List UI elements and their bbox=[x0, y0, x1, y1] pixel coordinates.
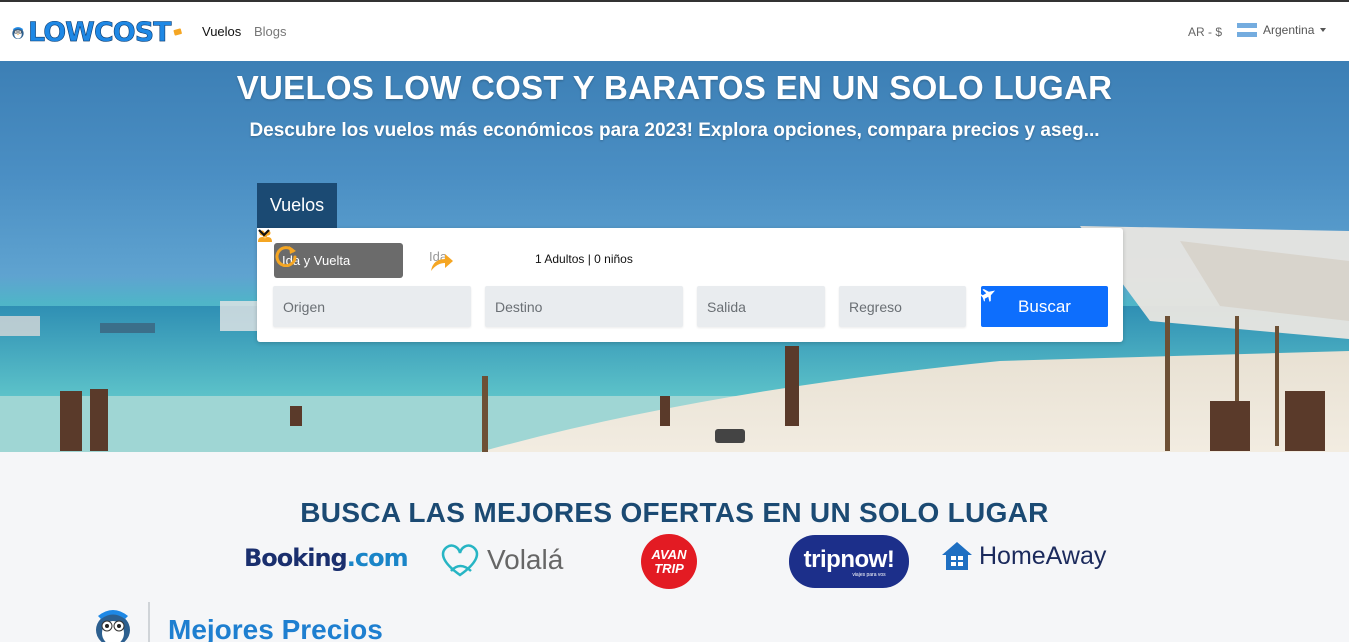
chevron-down-icon[interactable] bbox=[257, 228, 271, 238]
country-label: Argentina bbox=[1263, 23, 1315, 37]
tripnow-logo[interactable]: tripnow! viajes para vos bbox=[789, 535, 909, 588]
volala-heart-icon bbox=[441, 544, 479, 577]
navbar: LOWCOST Vuelos Blogs AR - $ Argentina bbox=[0, 2, 1349, 61]
departure-date-input[interactable]: Salida bbox=[697, 286, 825, 327]
origin-input[interactable]: Origen bbox=[273, 286, 471, 327]
caret-down-icon bbox=[1320, 28, 1327, 32]
flight-search-form: Ida y Vuelta Ida 1 Adultos | 0 niños Ori… bbox=[257, 228, 1123, 342]
booking-name: Booking bbox=[244, 544, 348, 572]
argentina-flag-icon bbox=[1237, 23, 1257, 38]
avantrip-logo[interactable]: AVAN TRIP bbox=[641, 534, 697, 589]
booking-logo[interactable]: Booking.com bbox=[244, 544, 409, 572]
country-selector[interactable]: Argentina bbox=[1237, 23, 1327, 38]
booking-suffix: .com bbox=[346, 544, 409, 572]
tab-vuelos[interactable]: Vuelos bbox=[257, 183, 337, 228]
nav-vuelos[interactable]: Vuelos bbox=[202, 24, 241, 39]
penguin-mascot-icon bbox=[12, 27, 24, 40]
currency-selector[interactable]: AR - $ bbox=[1188, 25, 1222, 39]
airplane-icon bbox=[981, 288, 996, 302]
volala-name: Volalá bbox=[487, 544, 564, 575]
section-title: Mejores Precios bbox=[168, 614, 383, 642]
round-trip-button[interactable]: Ida y Vuelta bbox=[274, 243, 403, 278]
search-button[interactable]: Buscar bbox=[981, 286, 1108, 327]
one-way-option[interactable]: Ida bbox=[429, 249, 453, 271]
ticket-icon bbox=[173, 28, 182, 36]
hero-title: VUELOS LOW COST Y BARATOS EN UN SOLO LUG… bbox=[236, 69, 1113, 106]
hero-banner: VUELOS LOW COST Y BARATOS EN UN SOLO LUG… bbox=[0, 61, 1349, 452]
avantrip-line1: AVAN bbox=[651, 546, 687, 562]
volala-logo[interactable]: Volalá bbox=[437, 541, 563, 579]
refresh-icon bbox=[275, 246, 297, 267]
tripnow-tagline: viajes para vos bbox=[852, 571, 886, 578]
destination-input[interactable]: Destino bbox=[485, 286, 683, 327]
section-divider bbox=[148, 602, 150, 642]
avantrip-line2: TRIP bbox=[654, 560, 684, 576]
partners-title: BUSCA LAS MEJORES OFERTAS EN UN SOLO LUG… bbox=[300, 497, 1049, 528]
nav-blogs[interactable]: Blogs bbox=[254, 24, 287, 39]
share-arrow-icon bbox=[431, 254, 453, 271]
lowcost-logo[interactable]: LOWCOST bbox=[10, 12, 182, 52]
logo-text: LOWCOST bbox=[27, 16, 172, 48]
tripnow-name: tripnow! bbox=[803, 545, 895, 573]
homeaway-name: HomeAway bbox=[979, 541, 1107, 570]
house-icon bbox=[942, 542, 972, 570]
homeaway-logo[interactable]: HomeAway bbox=[939, 539, 1106, 573]
search-button-label: Buscar bbox=[1018, 296, 1071, 316]
return-date-input[interactable]: Regreso bbox=[839, 286, 966, 327]
penguin-mascot-icon bbox=[96, 610, 130, 642]
hero-subtitle: Descubre los vuelos más económicos para … bbox=[249, 120, 1100, 141]
passengers-selector[interactable]: 1 Adultos | 0 niños bbox=[535, 252, 633, 266]
